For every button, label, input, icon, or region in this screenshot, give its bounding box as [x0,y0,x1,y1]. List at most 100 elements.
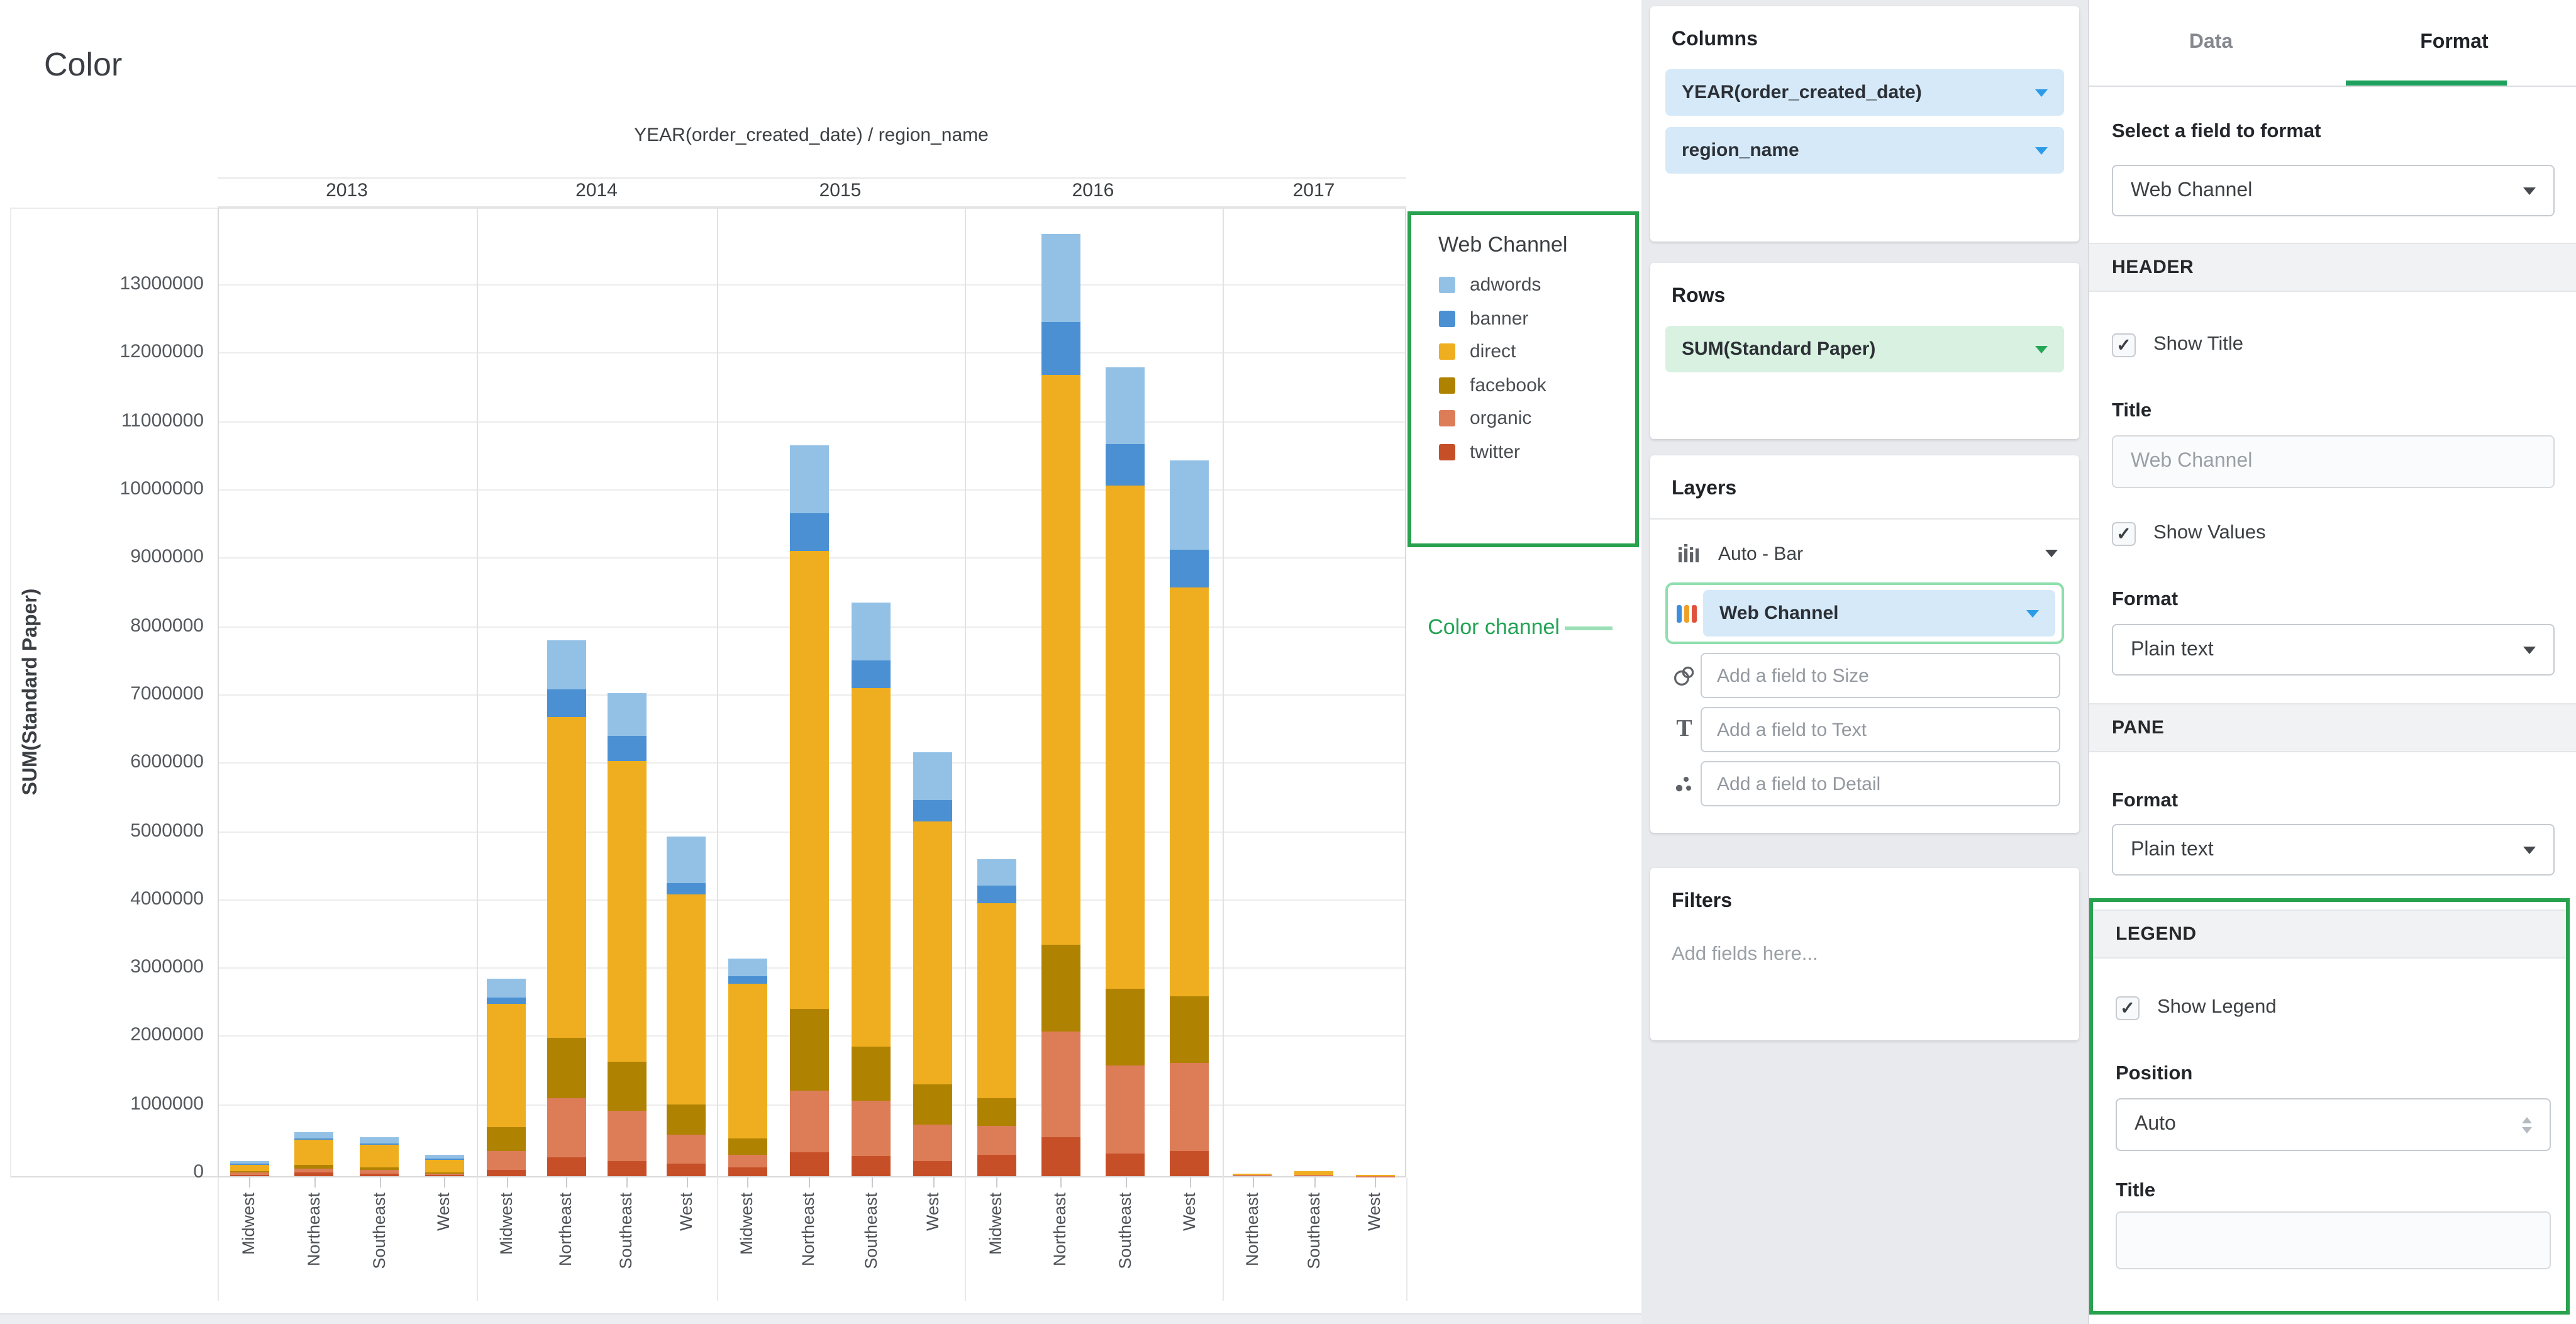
bar-segment-organic[interactable] [852,1101,891,1156]
bar-segment-twitter[interactable] [607,1161,646,1176]
chevron-down-icon[interactable] [2523,187,2536,194]
bar-segment-banner[interactable] [360,1143,399,1144]
bar-segment-twitter[interactable] [487,1169,526,1176]
bar-segment-direct[interactable] [914,821,953,1084]
bar-segment-twitter[interactable] [852,1155,891,1176]
bar-segment-direct[interactable] [1233,1174,1272,1176]
bar-segment-twitter[interactable] [1170,1151,1209,1176]
bar-segment-organic[interactable] [1041,1032,1080,1137]
detail-field-input[interactable]: Add a field to Detail [1701,761,2060,806]
bar-segment-organic[interactable] [1106,1065,1145,1153]
bar-segment-facebook[interactable] [295,1165,334,1169]
bar-segment-direct[interactable] [360,1144,399,1168]
checkbox-checked-icon[interactable]: ✓ [2116,996,2140,1020]
bar-segment-direct[interactable] [667,894,706,1104]
bar-segment-facebook[interactable] [360,1168,399,1170]
bar-segment-organic[interactable] [1294,1175,1333,1176]
filters-drop-target[interactable]: Add fields here... [1672,943,2064,966]
bar-segment-adwords[interactable] [977,859,1016,886]
bar-segment-facebook[interactable] [1041,945,1080,1032]
tab-data[interactable]: Data [2089,0,2333,86]
bar-segment-twitter[interactable] [547,1157,586,1176]
bar-segment-twitter[interactable] [667,1164,706,1176]
header-title-input[interactable]: Web Channel [2112,435,2555,488]
bar-segment-organic[interactable] [667,1135,706,1164]
legend-item[interactable]: adwords [1438,274,1635,296]
bar-segment-facebook[interactable] [790,1009,829,1091]
checkbox-checked-icon[interactable]: ✓ [2112,333,2136,357]
bar-segment-twitter[interactable] [1041,1137,1080,1176]
bar-segment-organic[interactable] [295,1169,334,1173]
bar-segment-banner[interactable] [790,514,829,552]
tab-format[interactable]: Format [2333,0,2576,86]
stepper-icon[interactable] [2522,1116,2532,1133]
show-values-checkbox-row[interactable]: ✓ Show Values [2112,511,2266,556]
chevron-down-icon[interactable] [2035,345,2048,353]
horizontal-scrollbar-track[interactable] [0,1313,1641,1324]
bar-segment-banner[interactable] [667,882,706,894]
columns-pill-year-order-created-date[interactable]: YEAR(order_created_date) [1665,69,2064,116]
bar-segment-organic[interactable] [230,1173,269,1175]
bar-segment-facebook[interactable] [914,1084,953,1125]
bar-segment-direct[interactable] [852,688,891,1047]
bar-segment-facebook[interactable] [852,1047,891,1101]
legend-item[interactable]: organic [1438,408,1635,429]
legend-position-select[interactable]: Auto [2116,1098,2551,1151]
header-format-select[interactable]: Plain text [2112,624,2555,676]
bar-segment-direct[interactable] [977,904,1016,1099]
bar-segment-banner[interactable] [547,690,586,716]
bar-segment-adwords[interactable] [547,640,586,689]
legend-title-input[interactable] [2116,1211,2551,1269]
bar-segment-adwords[interactable] [728,959,767,977]
chevron-down-icon[interactable] [2035,89,2048,96]
bar-segment-twitter[interactable] [790,1152,829,1176]
bar-segment-organic[interactable] [360,1170,399,1174]
bar-segment-adwords[interactable] [425,1155,464,1158]
bar-segment-adwords[interactable] [790,445,829,514]
bar-segment-adwords[interactable] [1170,461,1209,550]
chevron-down-icon[interactable] [2035,147,2048,154]
bar-segment-twitter[interactable] [728,1168,767,1176]
bar-segment-adwords[interactable] [230,1161,269,1163]
bar-segment-facebook[interactable] [728,1138,767,1154]
field-to-format-select[interactable]: Web Channel [2112,165,2555,216]
color-channel-row-highlighted[interactable]: Web Channel [1665,582,2064,644]
bar-segment-facebook[interactable] [487,1127,526,1152]
bar-segment-banner[interactable] [1170,550,1209,588]
bar-segment-direct[interactable] [1041,374,1080,945]
bar-segment-facebook[interactable] [977,1098,1016,1127]
bar-segment-banner[interactable] [728,977,767,984]
bar-segment-facebook[interactable] [547,1038,586,1098]
bar-segment-twitter[interactable] [360,1174,399,1176]
bar-segment-direct[interactable] [790,551,829,1009]
legend-item[interactable]: direct [1438,341,1635,362]
checkbox-checked-icon[interactable]: ✓ [2112,521,2136,545]
legend-item[interactable]: facebook [1438,374,1635,396]
bar-segment-direct[interactable] [547,716,586,1037]
bar-segment-facebook[interactable] [1106,988,1145,1065]
bar-segment-twitter[interactable] [230,1175,269,1176]
bar-segment-facebook[interactable] [230,1172,269,1173]
bar-segment-banner[interactable] [1106,444,1145,486]
bar-segment-organic[interactable] [487,1152,526,1169]
rows-pill-sum-standard-paper[interactable]: SUM(Standard Paper) [1665,326,2064,372]
bar-segment-organic[interactable] [425,1173,464,1176]
bar-segment-direct[interactable] [1355,1175,1394,1176]
legend-item[interactable]: twitter [1438,441,1635,462]
bar-segment-direct[interactable] [728,984,767,1139]
color-field-pill-web-channel[interactable]: Web Channel [1703,590,2055,637]
bar-segment-twitter[interactable] [295,1173,334,1176]
bar-segment-facebook[interactable] [1170,996,1209,1064]
bar-segment-banner[interactable] [1041,323,1080,375]
bar-segment-organic[interactable] [728,1154,767,1168]
bar-segment-organic[interactable] [1170,1064,1209,1151]
bar-segment-banner[interactable] [914,801,953,821]
mark-type-row[interactable]: Auto - Bar [1673,532,2058,575]
columns-pill-region-name[interactable]: region_name [1665,127,2064,174]
bar-segment-banner[interactable] [295,1138,334,1140]
chevron-down-icon[interactable] [2045,550,2058,557]
chevron-down-icon[interactable] [2523,846,2536,854]
bar-segment-banner[interactable] [607,736,646,761]
bar-segment-direct[interactable] [487,1004,526,1127]
show-legend-checkbox-row[interactable]: ✓ Show Legend [2116,985,2277,1030]
